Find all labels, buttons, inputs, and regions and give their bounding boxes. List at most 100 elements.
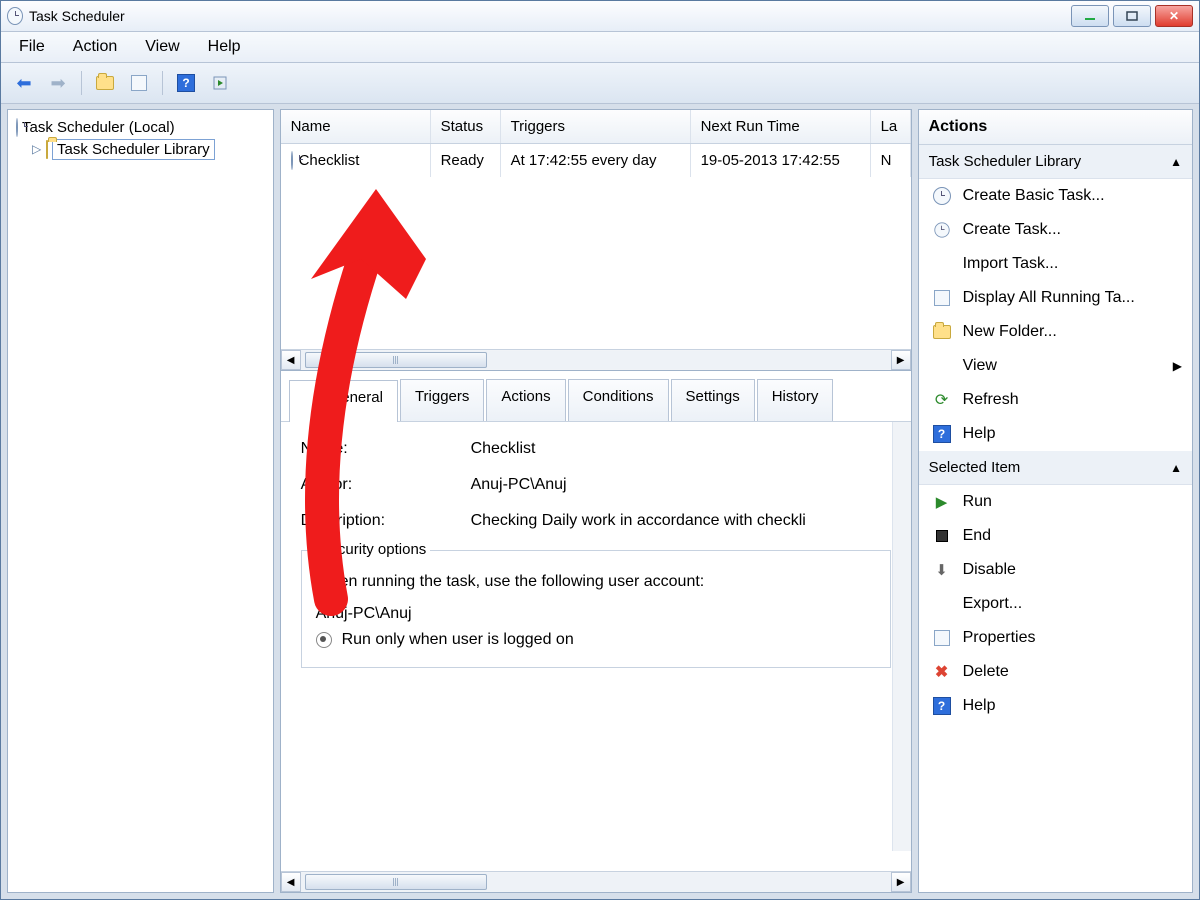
action-label: Run: [963, 493, 992, 511]
action-disable[interactable]: ⬇Disable: [919, 553, 1192, 587]
action-display-running[interactable]: Display All Running Ta...: [919, 281, 1192, 315]
tab-actions[interactable]: Actions: [486, 379, 565, 421]
action-refresh[interactable]: ⟳Refresh: [919, 383, 1192, 417]
section-label: Task Scheduler Library: [929, 153, 1082, 170]
task-status: Ready: [431, 144, 501, 177]
maximize-button[interactable]: [1113, 5, 1151, 27]
collapse-icon: ▲: [1170, 461, 1182, 475]
nav-forward-button[interactable]: ➡: [43, 68, 73, 98]
task-grid: Name Status Triggers Next Run Time La Ch…: [281, 110, 911, 371]
action-label: Create Task...: [963, 221, 1061, 239]
delete-icon: ✖: [933, 663, 951, 681]
scroll-track[interactable]: [301, 873, 891, 891]
tab-settings[interactable]: Settings: [671, 379, 755, 421]
toolbar: ⬅ ➡ ?: [1, 63, 1199, 104]
actions-section-selected[interactable]: Selected Item ▲: [919, 451, 1192, 485]
actions-section-library[interactable]: Task Scheduler Library ▲: [919, 145, 1192, 179]
action-run[interactable]: ▶Run: [919, 485, 1192, 519]
detail-body: Name: Checklist Author: Anuj-PC\Anuj Des…: [281, 422, 911, 871]
menu-bar: File Action View Help: [1, 32, 1199, 63]
detail-hscrollbar[interactable]: ◀ ▶: [281, 871, 911, 892]
col-last-run[interactable]: La: [871, 110, 911, 143]
tree-root-label: Task Scheduler (Local): [22, 119, 175, 136]
scroll-left-icon[interactable]: ◀: [281, 350, 301, 370]
tree-pane: Task Scheduler (Local) ▷ Task Scheduler …: [7, 109, 274, 893]
section-label: Selected Item: [929, 459, 1021, 476]
action-new-folder[interactable]: New Folder...: [919, 315, 1192, 349]
minimize-button[interactable]: [1071, 5, 1109, 27]
action-label: End: [963, 527, 991, 545]
action-import-task[interactable]: Import Task...: [919, 247, 1192, 281]
detail-tabs: General Triggers Actions Conditions Sett…: [281, 371, 911, 422]
grid-header-row: Name Status Triggers Next Run Time La: [281, 110, 911, 144]
blank-icon: [933, 357, 951, 375]
tab-history[interactable]: History: [757, 379, 834, 421]
col-name[interactable]: Name: [281, 110, 431, 143]
action-label: Help: [963, 425, 996, 443]
action-end[interactable]: End: [919, 519, 1192, 553]
list-icon: [933, 289, 951, 307]
grid-hscrollbar[interactable]: ◀ ▶: [281, 349, 911, 370]
title-bar: Task Scheduler ✕: [1, 1, 1199, 32]
task-name: Checklist: [299, 152, 360, 169]
menu-file[interactable]: File: [7, 34, 57, 60]
col-next-run[interactable]: Next Run Time: [691, 110, 871, 143]
action-delete[interactable]: ✖Delete: [919, 655, 1192, 689]
action-label: Create Basic Task...: [963, 187, 1105, 205]
run-button[interactable]: [205, 68, 235, 98]
tree-library[interactable]: ▷ Task Scheduler Library: [30, 138, 267, 160]
col-status[interactable]: Status: [431, 110, 501, 143]
detail-vscrollbar[interactable]: [892, 422, 911, 851]
properties-button[interactable]: [124, 68, 154, 98]
description-label: Description:: [301, 512, 471, 530]
action-help[interactable]: ?Help: [919, 417, 1192, 451]
security-options-group: Security options When running the task, …: [301, 550, 891, 668]
task-triggers: At 17:42:55 every day: [501, 144, 691, 177]
app-clock-icon: [7, 8, 23, 24]
scroll-track[interactable]: [301, 351, 891, 369]
radio-icon: [316, 632, 332, 648]
menu-help[interactable]: Help: [196, 34, 253, 60]
security-account: Anuj-PC\Anuj: [316, 605, 876, 623]
window-title: Task Scheduler: [29, 8, 125, 24]
col-triggers[interactable]: Triggers: [501, 110, 691, 143]
action-create-task[interactable]: Create Task...: [919, 213, 1192, 247]
nav-back-button[interactable]: ⬅: [9, 68, 39, 98]
help-button[interactable]: ?: [171, 68, 201, 98]
close-button[interactable]: ✕: [1155, 5, 1193, 27]
action-help-2[interactable]: ?Help: [919, 689, 1192, 723]
tab-conditions[interactable]: Conditions: [568, 379, 669, 421]
action-properties[interactable]: Properties: [919, 621, 1192, 655]
task-row[interactable]: Checklist Ready At 17:42:55 every day 19…: [281, 144, 911, 177]
clock-icon: [933, 221, 951, 239]
menu-view[interactable]: View: [133, 34, 191, 60]
action-view[interactable]: View ▶: [919, 349, 1192, 383]
radio-label: Run only when user is logged on: [342, 631, 574, 649]
submenu-arrow-icon: ▶: [1173, 359, 1182, 373]
action-create-basic-task[interactable]: Create Basic Task...: [919, 179, 1192, 213]
description-value: Checking Daily work in accordance with c…: [471, 512, 806, 530]
task-detail-panel: General Triggers Actions Conditions Sett…: [281, 371, 911, 892]
tab-general[interactable]: General: [289, 380, 398, 422]
action-label: Display All Running Ta...: [963, 289, 1135, 307]
author-value: Anuj-PC\Anuj: [471, 476, 567, 494]
tree-root[interactable]: Task Scheduler (Local): [14, 116, 267, 138]
run-logged-on-radio[interactable]: Run only when user is logged on: [316, 631, 876, 649]
action-label: Import Task...: [963, 255, 1059, 273]
scroll-right-icon[interactable]: ▶: [891, 872, 911, 892]
scroll-left-icon[interactable]: ◀: [281, 872, 301, 892]
grid-body: Checklist Ready At 17:42:55 every day 19…: [281, 144, 911, 349]
folder-icon: [46, 141, 48, 158]
tab-triggers[interactable]: Triggers: [400, 379, 484, 421]
scroll-right-icon[interactable]: ▶: [891, 350, 911, 370]
window-controls: ✕: [1071, 5, 1193, 27]
task-next-run: 19-05-2013 17:42:55: [691, 144, 871, 177]
tree-library-label: Task Scheduler Library: [52, 139, 215, 160]
scroll-thumb[interactable]: [305, 874, 487, 890]
menu-action[interactable]: Action: [61, 34, 129, 60]
expand-icon[interactable]: ▷: [32, 142, 42, 156]
up-button[interactable]: [90, 68, 120, 98]
action-export[interactable]: Export...: [919, 587, 1192, 621]
scroll-thumb[interactable]: [305, 352, 487, 368]
action-label: View: [963, 357, 997, 375]
